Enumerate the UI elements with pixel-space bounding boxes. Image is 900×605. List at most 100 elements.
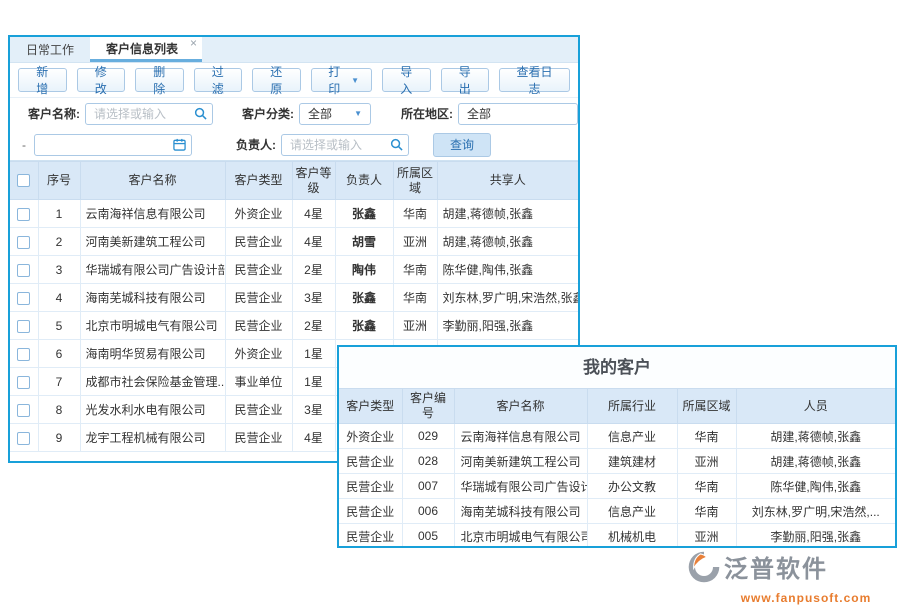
cell-type: 民营企业 xyxy=(225,312,292,340)
region-input[interactable] xyxy=(458,103,578,125)
row-checkbox[interactable] xyxy=(17,348,30,361)
cell-no: 7 xyxy=(38,368,80,396)
col-header-name: 客户名称 xyxy=(80,162,225,200)
customer-code-link[interactable]: 006 xyxy=(402,499,454,524)
cell-level: 3星 xyxy=(292,396,335,424)
cell-no: 1 xyxy=(38,200,80,228)
customer-name-link[interactable]: 华瑞城有限公司广告设计部 xyxy=(454,474,587,499)
customer-name-link[interactable]: 北京市明城电气有限公司 xyxy=(454,524,587,549)
cell-region: 华南 xyxy=(677,499,736,524)
cell-region: 亚洲 xyxy=(677,524,736,549)
customer-name-link[interactable]: 龙宇工程机械有限公司 xyxy=(80,424,225,452)
cell-level: 1星 xyxy=(292,340,335,368)
customer-name-link[interactable]: 云南海祥信息有限公司 xyxy=(454,424,587,449)
cell-level: 2星 xyxy=(292,256,335,284)
col-header-level: 客户等级 xyxy=(292,162,335,200)
table-row: 民营企业 007 华瑞城有限公司广告设计部 办公文教 华南 陈华健,陶伟,张鑫 xyxy=(339,474,895,499)
cell-industry: 机械机电 xyxy=(587,524,677,549)
customer-name-link[interactable]: 海南芜城科技有限公司 xyxy=(454,499,587,524)
owner-link[interactable]: 陶伟 xyxy=(335,256,393,284)
search-icon[interactable] xyxy=(194,107,207,120)
customer-name-link[interactable]: 海南芜城科技有限公司 xyxy=(80,284,225,312)
table-row: 4 海南芜城科技有限公司 民营企业 3星 张鑫 华南 刘东林,罗广明,宋浩然,张… xyxy=(10,284,578,312)
customer-name-link[interactable]: 海南明华贸易有限公司 xyxy=(80,340,225,368)
customer-name-link[interactable]: 成都市社会保险基金管理... xyxy=(80,368,225,396)
table-header-row: 序号 客户名称 客户类型 客户等级 负责人 所属区域 共享人 xyxy=(10,162,578,200)
cell-staff: 胡建,蒋德帧,张鑫 xyxy=(736,424,895,449)
cell-type: 民营企业 xyxy=(225,396,292,424)
owner-link[interactable]: 张鑫 xyxy=(335,200,393,228)
cell-region: 华南 xyxy=(393,200,437,228)
cell-no: 8 xyxy=(38,396,80,424)
cell-industry: 信息产业 xyxy=(587,424,677,449)
cell-region: 亚洲 xyxy=(677,449,736,474)
customer-name-link[interactable]: 河南美新建筑工程公司 xyxy=(80,228,225,256)
row-checkbox[interactable] xyxy=(17,404,30,417)
export-button[interactable]: 导出 xyxy=(441,68,490,92)
customer-name-link[interactable]: 华瑞城有限公司广告设计部 xyxy=(80,256,225,284)
date-input[interactable] xyxy=(34,134,192,156)
col-header-industry: 所属行业 xyxy=(587,389,677,424)
row-checkbox[interactable] xyxy=(17,320,30,333)
row-checkbox[interactable] xyxy=(17,236,30,249)
customer-code-link[interactable]: 029 xyxy=(402,424,454,449)
logo-url: www.fanpusoft.com xyxy=(686,591,900,605)
cell-shared: 刘东林,罗广明,宋浩然,张鑫 xyxy=(437,284,578,312)
cell-staff: 陈华健,陶伟,张鑫 xyxy=(736,474,895,499)
cell-region: 华南 xyxy=(677,474,736,499)
delete-button[interactable]: 删除 xyxy=(135,68,184,92)
customer-code-link[interactable]: 005 xyxy=(402,524,454,549)
cell-no: 4 xyxy=(38,284,80,312)
cell-level: 4星 xyxy=(292,228,335,256)
customer-name-link[interactable]: 光发水利水电有限公司 xyxy=(80,396,225,424)
cell-industry: 建筑建材 xyxy=(587,449,677,474)
row-checkbox[interactable] xyxy=(17,432,30,445)
cell-no: 3 xyxy=(38,256,80,284)
close-icon[interactable]: × xyxy=(190,37,197,49)
print-label: 打印 xyxy=(324,63,346,97)
col-header-no: 序号 xyxy=(38,162,80,200)
cell-type: 民营企业 xyxy=(339,499,402,524)
tab-label: 日常工作 xyxy=(26,41,74,58)
add-button[interactable]: 新增 xyxy=(18,68,67,92)
row-checkbox[interactable] xyxy=(17,264,30,277)
fanpu-logo: 泛普软件 www.fanpusoft.com xyxy=(686,549,900,605)
print-button[interactable]: 打印 ▼ xyxy=(311,68,373,92)
tab-customer-list[interactable]: 客户信息列表 × xyxy=(90,37,202,62)
customer-code-link[interactable]: 028 xyxy=(402,449,454,474)
customer-category-select[interactable]: 全部 ▼ xyxy=(299,103,371,125)
search-icon[interactable] xyxy=(390,138,403,151)
my-customers-panel: 我的客户 客户类型 客户编号 客户名称 所属行业 所属区域 人员 外资企业 02… xyxy=(337,345,897,548)
row-checkbox[interactable] xyxy=(17,376,30,389)
import-button[interactable]: 导入 xyxy=(382,68,431,92)
owner-link[interactable]: 张鑫 xyxy=(335,312,393,340)
col-header-code: 客户编号 xyxy=(402,389,454,424)
cell-shared: 陈华健,陶伟,张鑫 xyxy=(437,256,578,284)
filter-row-2: - 负责人: 查询 xyxy=(10,129,578,160)
toolbar: 新增 修改 删除 过滤 还原 打印 ▼ 导入 导出 查看日志 xyxy=(10,63,578,98)
row-checkbox[interactable] xyxy=(17,292,30,305)
select-all-checkbox[interactable] xyxy=(17,174,30,187)
cell-staff: 胡建,蒋德帧,张鑫 xyxy=(736,449,895,474)
owner-link[interactable]: 胡雪 xyxy=(335,228,393,256)
query-button[interactable]: 查询 xyxy=(433,133,491,157)
customer-name-link[interactable]: 北京市明城电气有限公司 xyxy=(80,312,225,340)
cell-region: 亚洲 xyxy=(393,228,437,256)
row-checkbox[interactable] xyxy=(17,208,30,221)
selected-value: 全部 xyxy=(308,105,332,122)
tab-daily-work[interactable]: 日常工作 xyxy=(10,37,90,62)
view-log-button[interactable]: 查看日志 xyxy=(499,68,570,92)
customer-name-link[interactable]: 云南海祥信息有限公司 xyxy=(80,200,225,228)
calendar-icon[interactable] xyxy=(173,138,186,151)
cell-type: 民营企业 xyxy=(225,256,292,284)
restore-button[interactable]: 还原 xyxy=(252,68,301,92)
cell-type: 民营企业 xyxy=(225,424,292,452)
customer-code-link[interactable]: 007 xyxy=(402,474,454,499)
owner-link[interactable]: 张鑫 xyxy=(335,284,393,312)
table-row: 5 北京市明城电气有限公司 民营企业 2星 张鑫 亚洲 李勤丽,阳强,张鑫 xyxy=(10,312,578,340)
filter-button[interactable]: 过滤 xyxy=(194,68,243,92)
table-row: 民营企业 028 河南美新建筑工程公司 建筑建材 亚洲 胡建,蒋德帧,张鑫 xyxy=(339,449,895,474)
customer-name-link[interactable]: 河南美新建筑工程公司 xyxy=(454,449,587,474)
col-header-shared: 共享人 xyxy=(437,162,578,200)
edit-button[interactable]: 修改 xyxy=(77,68,126,92)
